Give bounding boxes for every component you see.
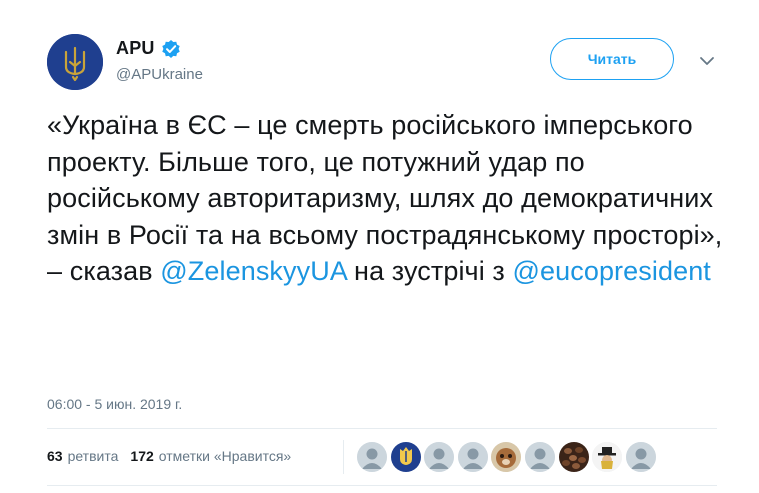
divider [47, 428, 717, 429]
likes-label: отметки «Нравится» [158, 448, 292, 464]
follow-button[interactable]: Читать [550, 38, 674, 80]
likes-count: 172 [130, 448, 154, 464]
tweet-timestamp[interactable]: 06:00 - 5 июн. 2019 г. [47, 396, 182, 412]
account-name-row[interactable]: APU [116, 38, 181, 59]
default-avatar-icon [625, 442, 656, 472]
liker-avatar[interactable] [457, 442, 488, 472]
liker-avatar[interactable] [491, 442, 522, 472]
default-avatar-icon [357, 442, 387, 472]
stats-separator [343, 440, 344, 474]
retweets-stat[interactable]: 63 ретвита [47, 448, 118, 464]
liker-avatar[interactable] [357, 442, 387, 472]
animal-photo-icon [491, 442, 522, 472]
tweet-stats: 63 ретвита 172 отметки «Нравится» [47, 448, 291, 464]
liker-avatar[interactable] [592, 442, 623, 472]
mention-link-eucopresident[interactable]: @eucopresident [512, 256, 710, 286]
account-avatar[interactable] [47, 34, 103, 90]
retweets-label: ретвита [67, 448, 119, 464]
default-avatar-icon [524, 442, 555, 472]
trident-emblem-icon [47, 34, 103, 90]
retweets-count: 63 [47, 448, 63, 464]
coffee-beans-photo-icon [558, 442, 589, 472]
liker-avatar[interactable] [390, 442, 421, 472]
mention-link-zelenskyyua[interactable]: @ZelenskyyUA [160, 256, 346, 286]
liker-avatar[interactable] [424, 442, 455, 472]
likes-stat[interactable]: 172 отметки «Нравится» [130, 448, 291, 464]
hat-figure-icon [592, 442, 623, 472]
default-avatar-icon [424, 442, 455, 472]
tweet-text-segment: на зустрічі з [346, 256, 513, 286]
account-handle[interactable]: @APUkraine [116, 66, 203, 83]
trident-emblem-icon [390, 442, 421, 472]
verified-badge-icon [161, 39, 181, 59]
liker-avatar[interactable] [625, 442, 656, 472]
display-name[interactable]: APU [116, 38, 155, 59]
default-avatar-icon [457, 442, 488, 472]
likers-avatars [357, 442, 659, 472]
liker-avatar[interactable] [558, 442, 589, 472]
liker-avatar[interactable] [524, 442, 555, 472]
tweet-card: APU @APUkraine Читать «Україна в ЄС – це… [0, 0, 759, 493]
divider [47, 485, 717, 486]
tweet-text: «Україна в ЄС – це смерть російського ім… [47, 107, 727, 290]
chevron-down-icon[interactable] [698, 54, 716, 66]
